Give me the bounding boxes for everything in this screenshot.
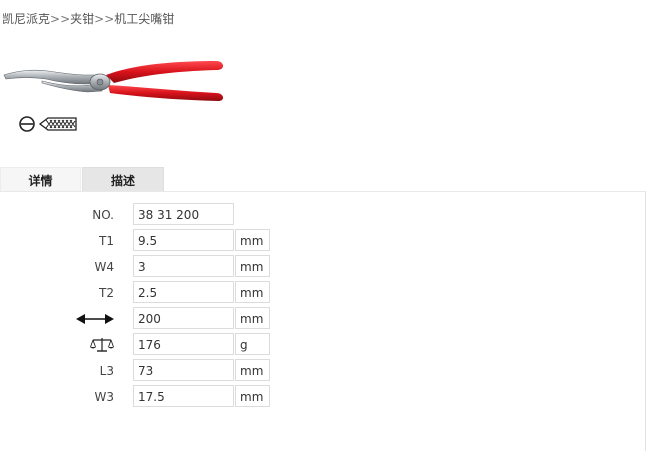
spec-label: NO. — [92, 208, 114, 222]
feature-icons — [19, 116, 77, 132]
spec-unit: mm — [235, 385, 270, 407]
spec-unit: g — [235, 333, 270, 355]
spec-value: 3 — [133, 255, 234, 277]
spec-unit: mm — [235, 307, 270, 329]
serrated-jaw-icon — [38, 117, 77, 131]
breadcrumb-category[interactable]: 夹钳 — [70, 12, 94, 26]
spec-value: 200 — [133, 307, 234, 329]
spec-label: L3 — [99, 364, 114, 378]
weight-scale-icon — [90, 338, 114, 352]
spec-value: 73 — [133, 359, 234, 381]
product-image — [3, 61, 224, 101]
cutter-icon — [19, 116, 35, 132]
spec-value: 38 31 200 — [133, 203, 234, 225]
spec-label — [0, 333, 114, 357]
breadcrumb-brand[interactable]: 凯尼派克 — [2, 12, 50, 26]
length-arrow-icon — [76, 314, 114, 324]
spec-value: 2.5 — [133, 281, 234, 303]
spec-unit: mm — [235, 255, 270, 277]
details-panel: NO. 38 31 200 T1 9.5 mm W4 3 mm T2 2.5 m… — [0, 191, 646, 451]
breadcrumb: 凯尼派克>>夹钳>>机工尖嘴钳 — [2, 10, 174, 27]
spec-label: W3 — [94, 390, 115, 404]
tab-details[interactable]: 详情 — [0, 167, 81, 192]
spec-label: W4 — [94, 260, 115, 274]
breadcrumb-product[interactable]: 机工尖嘴钳 — [114, 12, 174, 26]
spec-value: 9.5 — [133, 229, 234, 251]
spec-value: 176 — [133, 333, 234, 355]
spec-label: T2 — [99, 286, 114, 300]
tab-description[interactable]: 描述 — [82, 167, 164, 192]
spec-value: 17.5 — [133, 385, 234, 407]
spec-label: T1 — [99, 234, 114, 248]
breadcrumb-separator: >> — [50, 12, 71, 26]
spec-label — [0, 307, 114, 331]
spec-unit: mm — [235, 281, 270, 303]
spec-unit: mm — [235, 359, 270, 381]
breadcrumb-separator: >> — [94, 12, 115, 26]
spec-unit: mm — [235, 229, 270, 251]
